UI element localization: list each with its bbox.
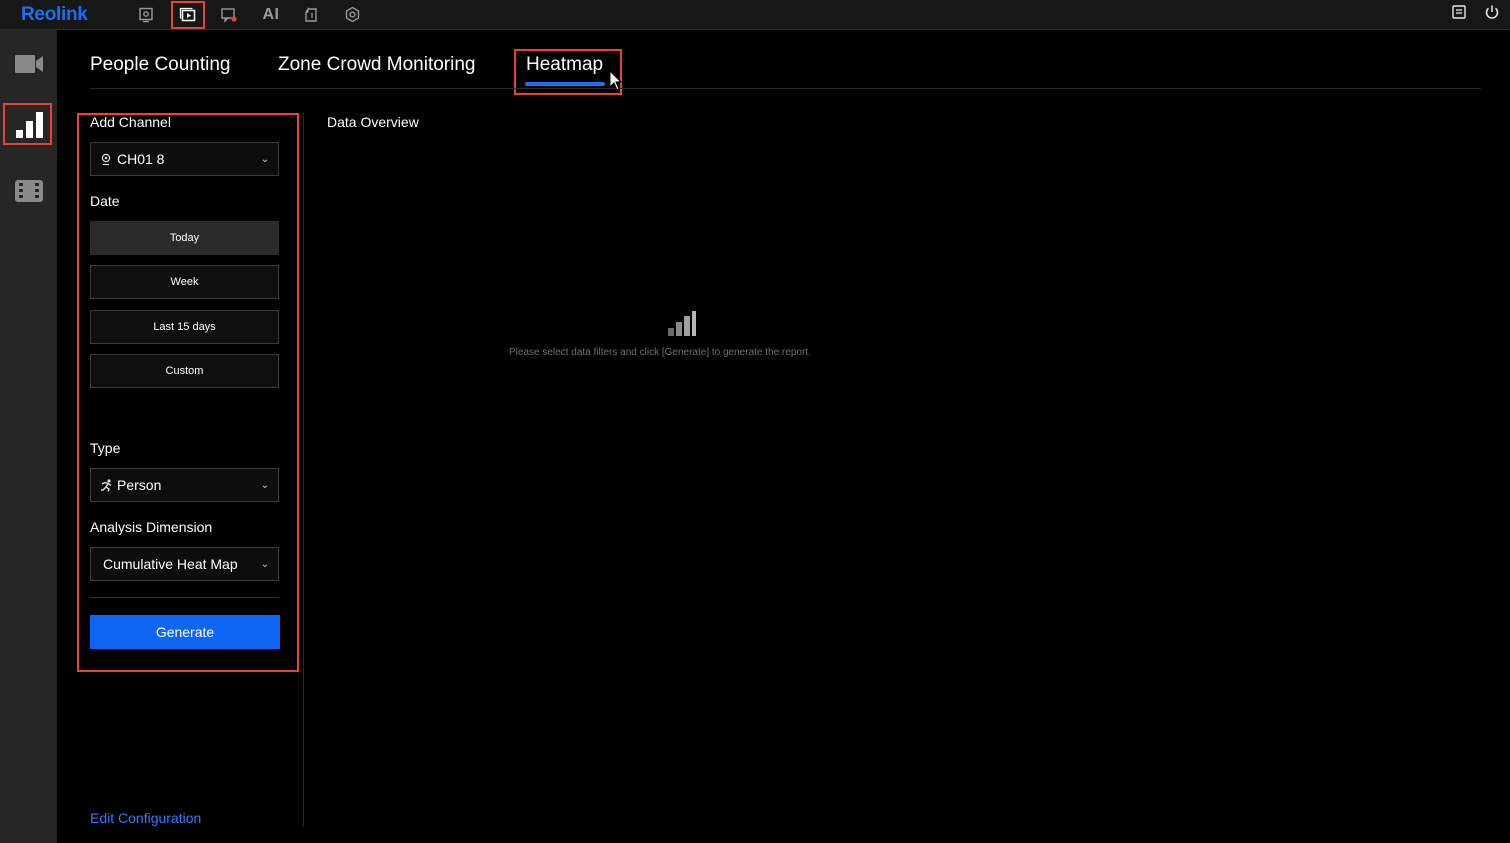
channel-select[interactable]: CH01 8 ⌄ (90, 142, 279, 176)
channel-value: CH01 8 (117, 151, 165, 167)
settings-icon[interactable] (338, 2, 366, 27)
mouse-cursor-icon (609, 69, 623, 97)
empty-chart-icon (667, 311, 697, 342)
ai-menu[interactable]: AI (257, 2, 285, 27)
date-today-button[interactable]: Today (90, 221, 279, 255)
camera-pin-icon (95, 153, 117, 166)
top-bar: Reolink AI (0, 0, 1510, 30)
empty-state-message: Please select data filters and click [Ge… (509, 347, 811, 358)
tabs-divider (90, 88, 1481, 89)
file-icon[interactable] (298, 2, 326, 27)
date-custom-button[interactable]: Custom (90, 354, 279, 388)
date-week-button[interactable]: Week (90, 265, 279, 299)
power-icon[interactable] (1484, 4, 1500, 25)
analysis-dimension-value: Cumulative Heat Map (103, 556, 238, 572)
playback-highlight (171, 1, 205, 29)
reolink-logo: Reolink (21, 4, 88, 25)
statistics-highlight (3, 103, 52, 145)
data-overview-title: Data Overview (327, 114, 419, 130)
type-label: Type (90, 440, 121, 456)
edit-configuration-link[interactable]: Edit Configuration (90, 810, 201, 826)
film-strip-icon[interactable] (0, 169, 57, 213)
ai-label: AI (262, 5, 280, 23)
analysis-dimension-select[interactable]: Cumulative Heat Map ⌄ (90, 547, 279, 581)
panel-divider (90, 597, 279, 598)
tab-people-counting[interactable]: People Counting (90, 54, 231, 76)
date-last-15-days-button[interactable]: Last 15 days (90, 310, 279, 344)
type-value: Person (117, 477, 162, 493)
video-camera-icon[interactable] (0, 42, 57, 86)
camera-preview-icon[interactable] (132, 2, 160, 27)
chevron-down-icon: ⌄ (260, 558, 270, 570)
analysis-dimension-label: Analysis Dimension (90, 519, 213, 535)
notes-icon[interactable] (1451, 4, 1467, 25)
tab-zone-crowd-monitoring[interactable]: Zone Crowd Monitoring (278, 54, 475, 76)
running-person-icon (95, 478, 117, 492)
panel-separator (303, 113, 304, 827)
generate-button[interactable]: Generate (90, 615, 280, 649)
date-label: Date (90, 193, 120, 209)
left-rail (0, 30, 57, 843)
add-channel-label: Add Channel (90, 114, 171, 130)
chevron-down-icon: ⌄ (260, 153, 270, 165)
type-select[interactable]: Person ⌄ (90, 468, 279, 502)
alarm-message-icon[interactable] (215, 2, 243, 27)
chevron-down-icon: ⌄ (260, 479, 270, 491)
